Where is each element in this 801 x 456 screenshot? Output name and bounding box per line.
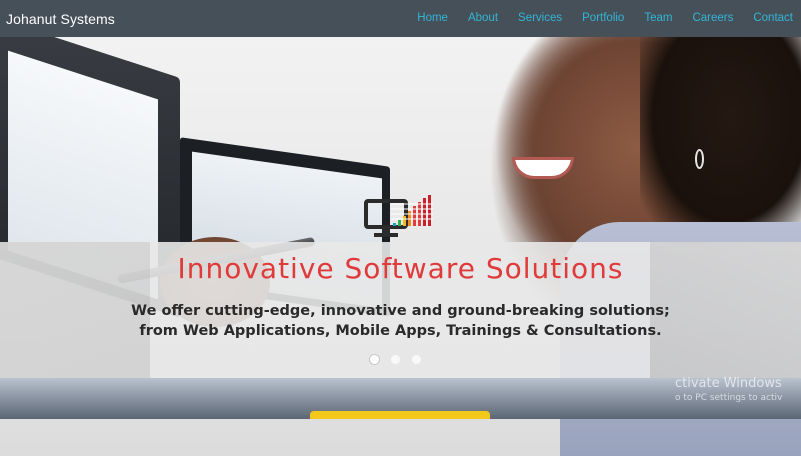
background-earring bbox=[695, 149, 704, 169]
carousel-dot-2[interactable] bbox=[391, 355, 400, 364]
nav-contact[interactable]: Contact bbox=[743, 0, 801, 37]
nav-services[interactable]: Services bbox=[508, 0, 572, 37]
hero-subtitle: We offer cutting-edge, innovative and gr… bbox=[0, 301, 801, 341]
nav-home[interactable]: Home bbox=[407, 0, 458, 37]
nav-careers[interactable]: Careers bbox=[682, 0, 743, 37]
monitor-chart-icon bbox=[364, 195, 433, 237]
carousel-indicators bbox=[370, 355, 421, 364]
watermark-line-2: o to PC settings to activ bbox=[675, 393, 783, 403]
nav-portfolio[interactable]: Portfolio bbox=[572, 0, 634, 37]
call-to-action-button[interactable] bbox=[310, 411, 490, 419]
activate-windows-watermark: ctivate Windows o to PC settings to acti… bbox=[675, 376, 782, 403]
navbar: Johanut Systems Home About Services Port… bbox=[0, 0, 801, 37]
carousel-dot-3[interactable] bbox=[412, 355, 421, 364]
carousel-dot-1[interactable] bbox=[370, 355, 379, 364]
hero-subtitle-line2: from Web Applications, Mobile Apps, Trai… bbox=[139, 323, 662, 339]
nav-links: Home About Services Portfolio Team Caree… bbox=[407, 0, 801, 37]
nav-team[interactable]: Team bbox=[634, 0, 682, 37]
brand-name[interactable]: Johanut Systems bbox=[6, 11, 115, 27]
watermark-line-1: ctivate Windows bbox=[675, 376, 782, 391]
nav-about[interactable]: About bbox=[458, 0, 508, 37]
hero-subtitle-line1: We offer cutting-edge, innovative and gr… bbox=[131, 303, 670, 319]
hero-title: Innovative Software Solutions bbox=[177, 252, 624, 285]
